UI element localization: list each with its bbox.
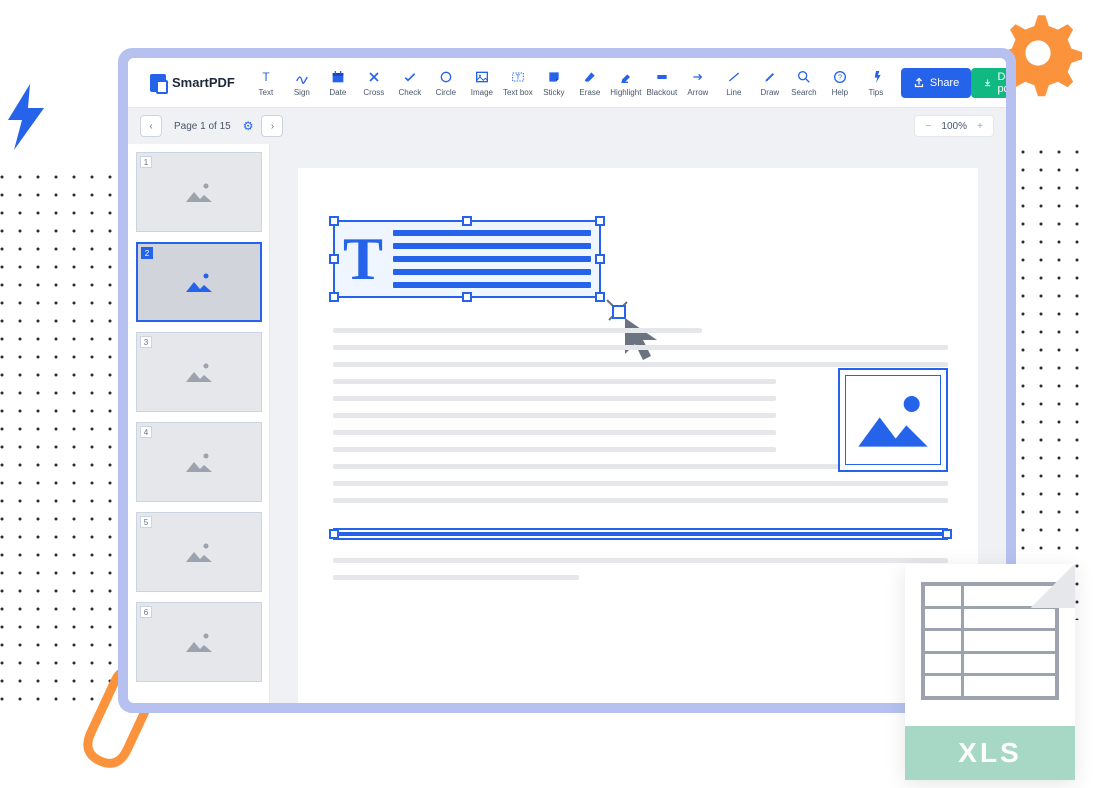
tool-help[interactable]: ?Help <box>823 62 857 104</box>
tool-cross[interactable]: Cross <box>357 62 391 104</box>
tool-erase[interactable]: Erase <box>573 62 607 104</box>
resize-handle-tl[interactable] <box>329 216 339 226</box>
tool-draw[interactable]: Draw <box>753 62 787 104</box>
thumbnail-page-2[interactable]: 2 <box>136 242 262 322</box>
line-selection[interactable] <box>333 528 948 540</box>
zoom-in-button[interactable]: + <box>973 119 987 133</box>
resize-handle-br[interactable] <box>595 292 605 302</box>
resize-handle-mr[interactable] <box>595 254 605 264</box>
resize-handle-bm[interactable] <box>462 292 472 302</box>
page-settings-icon[interactable]: ⚙ <box>243 119 254 133</box>
thumbnail-sidebar: 1 2 3 4 5 6 <box>128 144 270 703</box>
image-placeholder-icon <box>184 270 214 294</box>
page-indicator: Page 1 of 15 <box>174 121 231 132</box>
document-page[interactable]: T <box>298 168 978 703</box>
tool-sign[interactable]: Sign <box>285 62 319 104</box>
thumbnail-page-1[interactable]: 1 <box>136 152 262 232</box>
tool-line[interactable]: Line <box>717 62 751 104</box>
tool-textbox[interactable]: TText box <box>501 62 535 104</box>
download-icon <box>983 77 992 89</box>
xls-label: XLS <box>905 726 1075 780</box>
tool-group-edit: TText Sign Date Cross Check Circle Image… <box>249 62 787 104</box>
tool-sticky[interactable]: Sticky <box>537 62 571 104</box>
app-logo[interactable]: SmartPDF <box>136 74 249 92</box>
image-placeholder-icon <box>184 450 214 474</box>
tool-search[interactable]: Search <box>787 62 821 104</box>
logo-icon <box>150 74 166 92</box>
svg-text:T: T <box>262 70 270 84</box>
tool-check[interactable]: Check <box>393 62 427 104</box>
thumbnail-page-5[interactable]: 5 <box>136 512 262 592</box>
text-selection-box[interactable]: T <box>333 220 601 298</box>
image-placeholder-icon <box>184 360 214 384</box>
tool-blackout[interactable]: Blackout <box>645 62 679 104</box>
download-button[interactable]: Download pdf <box>971 68 1006 98</box>
app-name: SmartPDF <box>172 75 235 90</box>
xls-file-icon: XLS <box>905 564 1075 780</box>
image-placeholder-icon <box>184 540 214 564</box>
decoration-bolt-icon <box>0 82 54 152</box>
resize-handle-tm[interactable] <box>462 216 472 226</box>
next-page-button[interactable]: › <box>261 115 283 137</box>
tool-text[interactable]: TText <box>249 62 283 104</box>
zoom-out-button[interactable]: − <box>921 119 935 133</box>
image-placeholder-icon <box>184 630 214 654</box>
resize-handle-tr[interactable] <box>595 216 605 226</box>
svg-text:T: T <box>516 72 521 81</box>
image-placeholder-icon <box>184 180 214 204</box>
tool-highlight[interactable]: Highlight <box>609 62 643 104</box>
canvas-area[interactable]: T <box>270 144 1006 703</box>
resize-handle-ml[interactable] <box>329 254 339 264</box>
image-frame[interactable] <box>838 368 948 472</box>
app-window: SmartPDF TText Sign Date Cross Check Cir… <box>118 48 1016 713</box>
text-glyph: T <box>343 229 383 289</box>
resize-handle-l[interactable] <box>329 529 339 539</box>
decoration-dots-left <box>0 175 130 715</box>
share-button[interactable]: Share <box>901 68 971 98</box>
resize-handle-r[interactable] <box>942 529 952 539</box>
toolbar: SmartPDF TText Sign Date Cross Check Cir… <box>128 58 1006 108</box>
thumbnail-page-4[interactable]: 4 <box>136 422 262 502</box>
body-text-lines-2 <box>333 558 948 580</box>
decoration-dots-right <box>1003 150 1093 620</box>
tool-date[interactable]: Date <box>321 62 355 104</box>
zoom-control: − 100% + <box>914 115 994 137</box>
zoom-value: 100% <box>941 121 967 132</box>
prev-page-button[interactable]: ‹ <box>140 115 162 137</box>
thumbnail-page-6[interactable]: 6 <box>136 602 262 682</box>
pager-bar: ‹ Page 1 of 15 ⚙ › − 100% + <box>128 108 1006 144</box>
tool-image[interactable]: Image <box>465 62 499 104</box>
tool-arrow[interactable]: Arrow <box>681 62 715 104</box>
resize-handle-bl[interactable] <box>329 292 339 302</box>
tool-tips[interactable]: Tips <box>859 62 893 104</box>
tool-group-util: Search ?Help Tips <box>787 62 893 104</box>
share-icon <box>913 77 925 89</box>
image-placeholder-icon <box>853 388 933 452</box>
text-lines-preview <box>393 230 591 288</box>
thumbnail-page-3[interactable]: 3 <box>136 332 262 412</box>
svg-text:?: ? <box>838 72 842 81</box>
tool-circle[interactable]: Circle <box>429 62 463 104</box>
